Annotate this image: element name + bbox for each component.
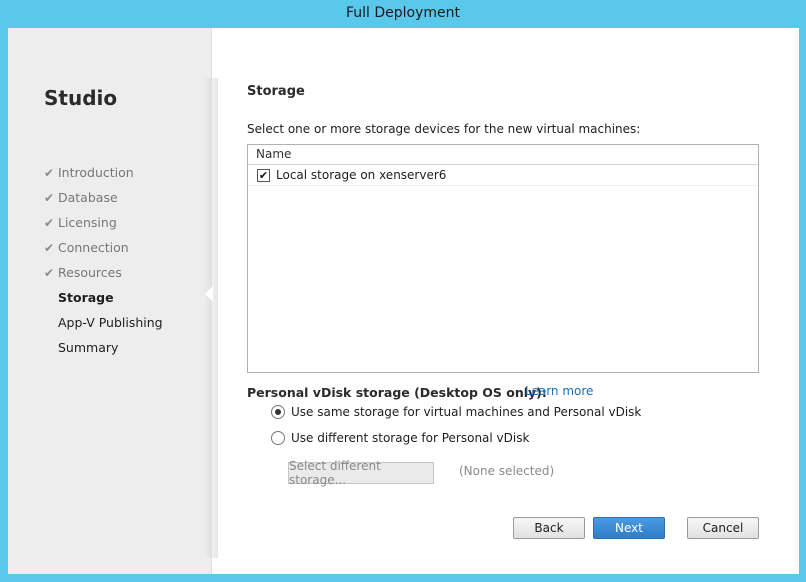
- step-introduction: ✔ Introduction: [44, 165, 134, 180]
- step-database: ✔ Database: [44, 190, 118, 205]
- checkmark-icon: ✔: [44, 190, 55, 205]
- checkmark-icon: ✔: [44, 240, 55, 255]
- vdisk-storage-label: Personal vDisk storage (Desktop OS only)…: [247, 385, 547, 400]
- instruction-text: Select one or more storage devices for t…: [247, 122, 641, 136]
- none-selected-text: (None selected): [459, 464, 555, 478]
- select-different-storage-button[interactable]: Select different storage...: [288, 459, 434, 487]
- radio-selected-icon[interactable]: [271, 405, 285, 419]
- checkmark-icon: ✔: [44, 265, 55, 280]
- step-licensing: ✔ Licensing: [44, 215, 117, 230]
- wizard-steps: ✔ Introduction ✔ Database ✔ Licensing ✔ …: [44, 160, 163, 360]
- sidebar-title: Studio: [44, 86, 118, 110]
- wizard-frame: Studio ✔ Introduction ✔ Database ✔ Licen…: [8, 28, 799, 574]
- storage-list[interactable]: Name ✔ Local storage on xenserver6: [247, 144, 759, 373]
- storage-checkbox[interactable]: ✔: [257, 168, 270, 182]
- page-title: Storage: [247, 84, 305, 99]
- current-step-pointer-icon: [205, 286, 213, 302]
- back-button[interactable]: Back: [513, 517, 585, 539]
- step-summary: Summary: [58, 340, 119, 355]
- wizard-content: Storage Select one or more storage devic…: [247, 28, 767, 574]
- next-button[interactable]: Next: [593, 517, 665, 539]
- checkmark-icon: ✔: [44, 215, 55, 230]
- learn-more-link[interactable]: Learn more: [525, 384, 593, 398]
- list-item[interactable]: ✔ Local storage on xenserver6: [248, 165, 758, 186]
- step-resources: ✔ Resources: [44, 265, 122, 280]
- window-title: Full Deployment: [345, 5, 461, 21]
- radio-same-storage[interactable]: Use same storage for virtual machines an…: [271, 405, 641, 419]
- wizard-sidebar: Studio ✔ Introduction ✔ Database ✔ Licen…: [8, 28, 212, 574]
- cancel-button[interactable]: Cancel: [687, 517, 759, 539]
- radio-different-storage[interactable]: Use different storage for Personal vDisk: [271, 431, 529, 445]
- checkmark-icon: ✔: [44, 165, 55, 180]
- list-header-name[interactable]: Name: [248, 145, 758, 165]
- step-connection: ✔ Connection: [44, 240, 129, 255]
- step-app-v-publishing: App-V Publishing: [58, 315, 163, 330]
- step-storage: Storage: [58, 290, 114, 305]
- radio-unselected-icon[interactable]: [271, 431, 285, 445]
- storage-label: Local storage on xenserver6: [276, 168, 447, 182]
